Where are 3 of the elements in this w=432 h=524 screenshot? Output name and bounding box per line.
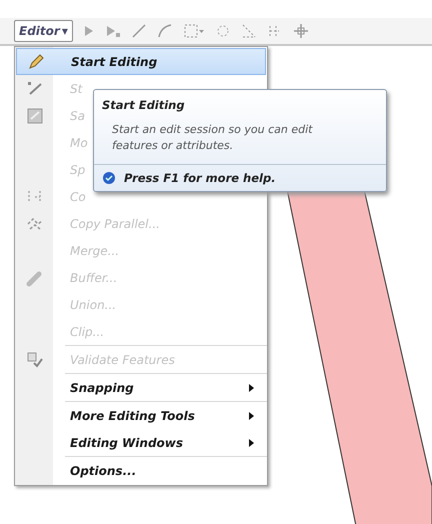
tooltip-text: Start an edit session so you can edit features or attributes.	[112, 122, 314, 154]
tooltip-title: Start Editing	[102, 98, 186, 112]
help-hint: Press F1 for more help.	[124, 171, 276, 185]
